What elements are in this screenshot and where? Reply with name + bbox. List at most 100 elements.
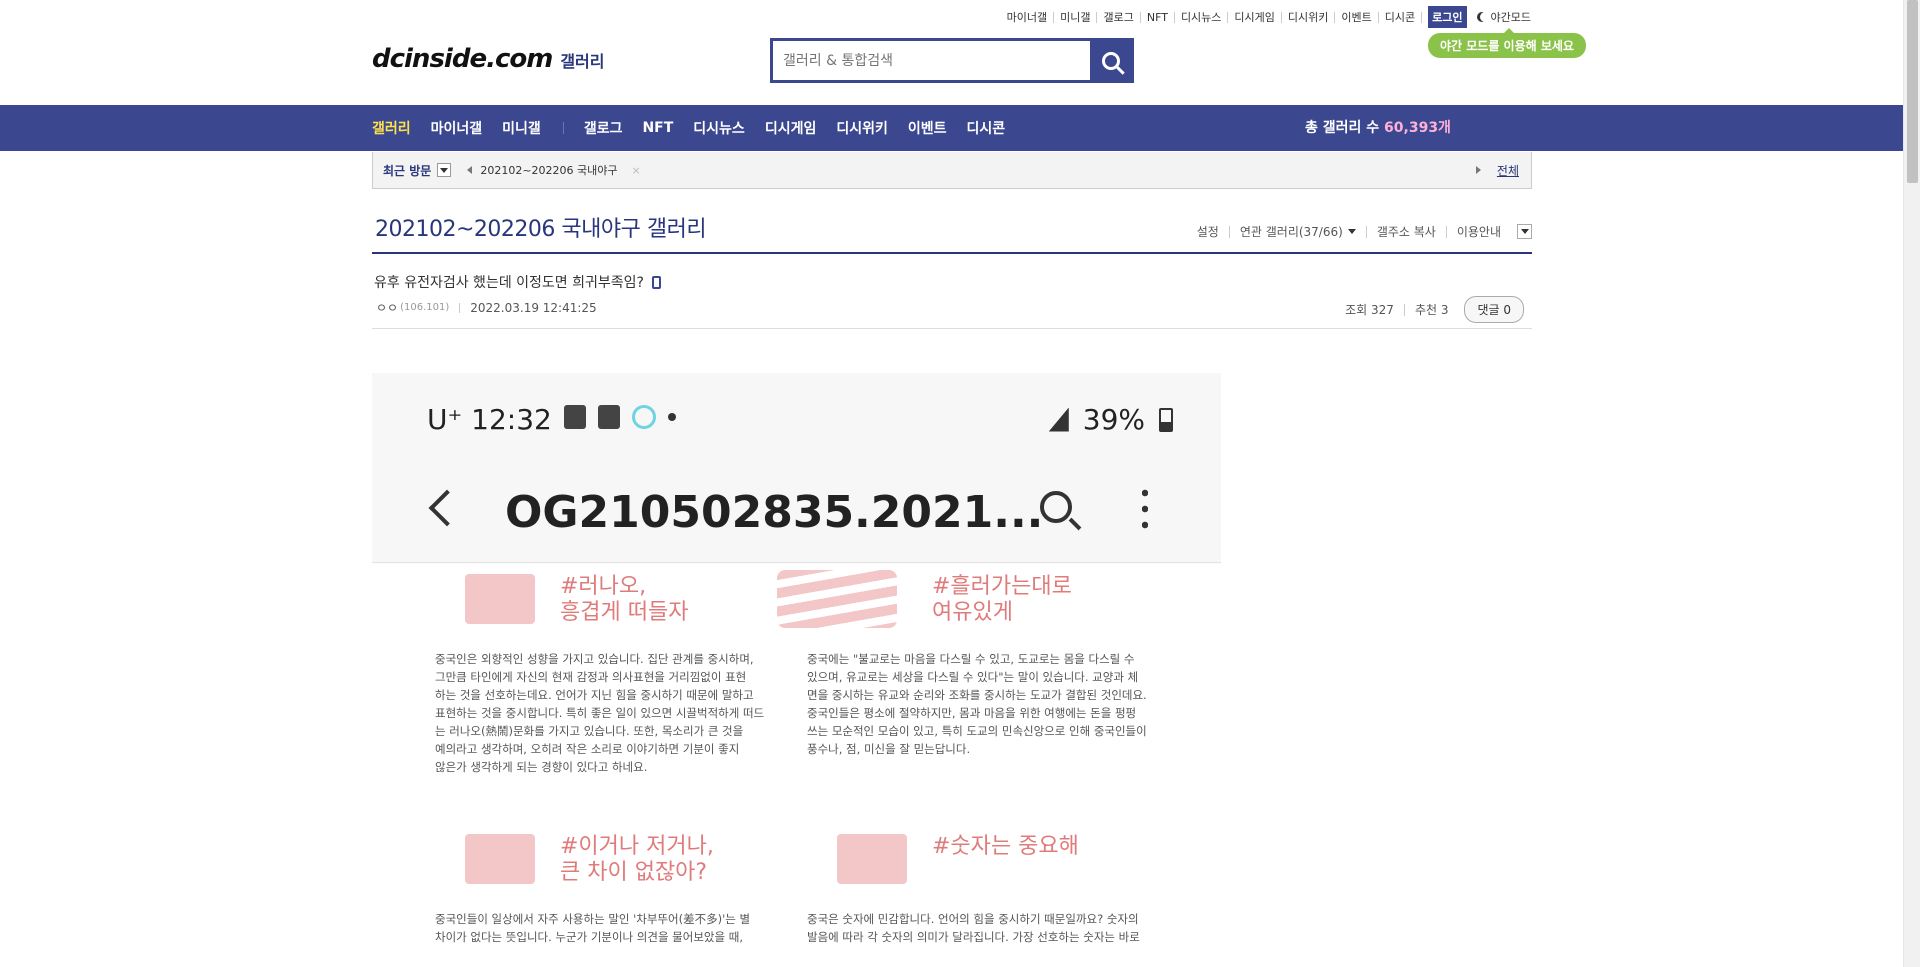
phone-status-bar: U⁺ 12:32 39% — [372, 373, 1221, 463]
nav-mini-gallery[interactable]: 미니갤 — [502, 118, 541, 138]
nav-nft[interactable]: NFT — [642, 120, 673, 136]
search-button[interactable] — [1090, 41, 1131, 80]
money-stack-icon — [807, 824, 917, 894]
search-icon — [1040, 491, 1072, 523]
divider — [459, 302, 461, 313]
app-icon — [598, 405, 620, 429]
usage-guide-link[interactable]: 이용안내 — [1447, 226, 1511, 238]
chevron-down-icon — [440, 167, 449, 173]
chevron-down-icon — [1520, 229, 1529, 234]
recent-visit-item[interactable]: 202102~202206 국내야구 — [480, 162, 617, 178]
card-body: 중국인들이 일상에서 자주 사용하는 말인 '차부뚜어(差不多)'는 별 차이가… — [435, 910, 795, 946]
total-gallery-label: 총 갤러리 수 — [1305, 120, 1385, 136]
total-gallery-value: 60,393개 — [1384, 120, 1451, 136]
meditation-icon — [777, 564, 917, 634]
mobile-icon — [651, 275, 661, 289]
settings-link[interactable]: 설정 — [1187, 225, 1230, 238]
card-body: 중국은 숫자에 민감합니다. 언어의 힘을 중시하기 때문일까요? 숫자의 발음… — [807, 910, 1167, 946]
reply-count-button[interactable]: 댓글 0 — [1464, 296, 1524, 323]
card-line: 중국인은 외향적인 성향을 가지고 있습니다. 집단 관계를 중시하며, — [435, 652, 754, 666]
topnav-dc-con[interactable]: 디시콘 — [1379, 11, 1423, 23]
speaking-head-icon — [435, 564, 545, 634]
card-hashtag: #흘러가는대로 여유있게 — [932, 574, 1072, 625]
card-hashtag: #숫자는 중요해 — [932, 834, 1079, 859]
recent-visits-label: 최근 방문 — [383, 163, 432, 178]
close-icon[interactable]: × — [632, 164, 641, 177]
post-stats: 조회 327 추천 3 댓글 0 — [1335, 296, 1524, 323]
top-utility-nav: 마이너갤 미니갤 갤로그 NFT 디시뉴스 디시게임 디시위키 이벤트 디시콘 … — [1001, 6, 1531, 28]
nav-gallog[interactable]: 갤로그 — [584, 118, 623, 138]
total-gallery-count: 총 갤러리 수 60,393개 — [1305, 105, 1451, 151]
card-line: 표현하는 것을 중시합니다. 특히 좋은 일이 있으면 시끌벅적하게 떠드 — [435, 706, 765, 720]
gallery-title[interactable]: 202102~202206 국내야구 갤러리 — [375, 211, 707, 243]
topnav-mini-gallery[interactable]: 미니갤 — [1054, 11, 1098, 23]
tiktok-icon — [632, 405, 656, 429]
scales-icon — [435, 824, 545, 894]
prev-arrow-icon[interactable] — [467, 166, 473, 174]
topnav-nft[interactable]: NFT — [1141, 11, 1175, 23]
card-line: 중국에는 "불교로는 마음을 다스릴 수 있고, 도교로는 몸을 다스릴 수 — [807, 652, 1135, 666]
search-icon — [1101, 51, 1120, 70]
topnav-minor-gallery[interactable]: 마이너갤 — [1001, 11, 1055, 23]
phone-file-name: OG210502835.2021... — [505, 487, 1044, 538]
topnav-dc-game[interactable]: 디시게임 — [1228, 11, 1282, 23]
nav-dc-con[interactable]: 디시콘 — [967, 118, 1006, 138]
logo-sub: 갤러리 — [560, 52, 605, 71]
nav-dc-wiki[interactable]: 디시위키 — [836, 118, 888, 138]
nav-gallery[interactable]: 갤러리 — [372, 118, 411, 138]
card-line: 발음에 따라 각 숫자의 의미가 달라집니다. 가장 선호하는 숫자는 바로 — [807, 930, 1140, 944]
night-mode-toggle[interactable]: 야간모드 — [1477, 9, 1531, 25]
phone-notification-icons — [564, 405, 676, 429]
copy-address-link[interactable]: 갤주소 복사 — [1367, 225, 1447, 238]
phone-system-icons: 39% — [1048, 403, 1173, 436]
gallery-title-bar: 202102~202206 국내야구 갤러리 설정 연관 갤러리(37/66) … — [372, 208, 1532, 254]
nav-minor-gallery[interactable]: 마이너갤 — [431, 118, 483, 138]
recent-visits-bar: 최근 방문 202102~202206 국내야구 × 전체 — [372, 152, 1532, 189]
card-line: 차이가 없다는 뜻입니다. 누군가 기분이나 의견을 물어보았을 때, — [435, 930, 743, 944]
recommend-count: 추천 3 — [1414, 302, 1449, 317]
nav-dc-news[interactable]: 디시뉴스 — [693, 118, 745, 138]
app-icon — [564, 405, 586, 429]
writer-nickname[interactable]: ㅇㅇ — [376, 299, 398, 316]
post-subject: 유후 유전자검사 했는데 이정도면 희귀부족임? — [374, 272, 661, 292]
more-dropdown-button[interactable] — [1517, 224, 1532, 239]
card-line: 않은가 생각하게 되는 경향이 있다고 하네요. — [435, 760, 648, 774]
scrollbar-thumb[interactable] — [1907, 0, 1918, 183]
related-gallery-label: 연관 갤러리(37/66) — [1239, 224, 1343, 239]
dot-icon — [668, 413, 676, 421]
topnav-gallog[interactable]: 갤로그 — [1097, 11, 1141, 23]
view-all-link[interactable]: 전체 — [1497, 162, 1519, 179]
main-nav-bar: 갤러리 마이너갤 미니갤 갤로그 NFT 디시뉴스 디시게임 디시위키 이벤트 … — [0, 105, 1903, 151]
signal-icon — [1048, 407, 1069, 432]
login-button[interactable]: 로그인 — [1428, 6, 1467, 28]
card-hashtag: #이거나 저거나, 큰 차이 없잖아? — [560, 834, 714, 885]
night-mode-label: 야간모드 — [1490, 11, 1531, 24]
site-logo[interactable]: dcinside.com 갤러리 — [372, 44, 605, 74]
recent-visits-dropdown[interactable] — [437, 163, 452, 177]
site-header: 마이너갤 미니갤 갤로그 NFT 디시뉴스 디시게임 디시위키 이벤트 디시콘 … — [0, 0, 1903, 105]
card-line: 풍수나, 점, 미신을 잘 믿는답니다. — [807, 742, 971, 756]
nav-dc-game[interactable]: 디시게임 — [765, 118, 817, 138]
writer-ip: (106.101) — [400, 302, 450, 313]
card-hashtag: #러나오, 흥겹게 떠들자 — [560, 574, 689, 625]
card-line: 있으며, 유교로는 세상을 다스릴 수 있다"는 말이 있습니다. 교양과 체 — [807, 670, 1139, 684]
related-gallery-link[interactable]: 연관 갤러리(37/66) — [1230, 224, 1367, 239]
topnav-dc-news[interactable]: 디시뉴스 — [1175, 11, 1229, 23]
card-line: 그만큼 타인에게 자신의 현재 감정과 의사표현을 거리낌없이 표현 — [435, 670, 747, 684]
search-box — [770, 38, 1134, 83]
phone-app-bar: OG210502835.2021... — [372, 463, 1221, 563]
nav-event[interactable]: 이벤트 — [908, 118, 947, 138]
post-writer-info: ㅇㅇ (106.101) 2022.03.19 12:41:25 — [376, 299, 597, 316]
next-arrow-icon[interactable] — [1475, 166, 1481, 174]
topnav-event[interactable]: 이벤트 — [1335, 11, 1379, 23]
page-scrollbar[interactable] — [1903, 0, 1920, 967]
card-line: 는 러나오(熱鬧)문화를 가지고 있습니다. 또한, 목소리가 큰 것을 — [435, 724, 744, 738]
night-mode-tooltip: 야간 모드를 이용해 보세요 — [1428, 28, 1586, 58]
more-vert-icon — [1142, 485, 1148, 533]
card-line: 면을 중시하는 유교와 순리와 조화를 중시하는 도교가 결합된 것인데요. — [807, 688, 1147, 702]
card-body: 중국인은 외향적인 성향을 가지고 있습니다. 집단 관계를 중시하며, 그만큼… — [435, 650, 795, 776]
post-image[interactable]: U⁺ 12:32 39% OG210502835.2021... #러나오, 흥… — [372, 373, 1221, 967]
post-subject-text: 유후 유전자검사 했는데 이정도면 희귀부족임? — [374, 275, 644, 291]
topnav-dc-wiki[interactable]: 디시위키 — [1282, 11, 1336, 23]
search-input[interactable] — [773, 41, 1090, 80]
